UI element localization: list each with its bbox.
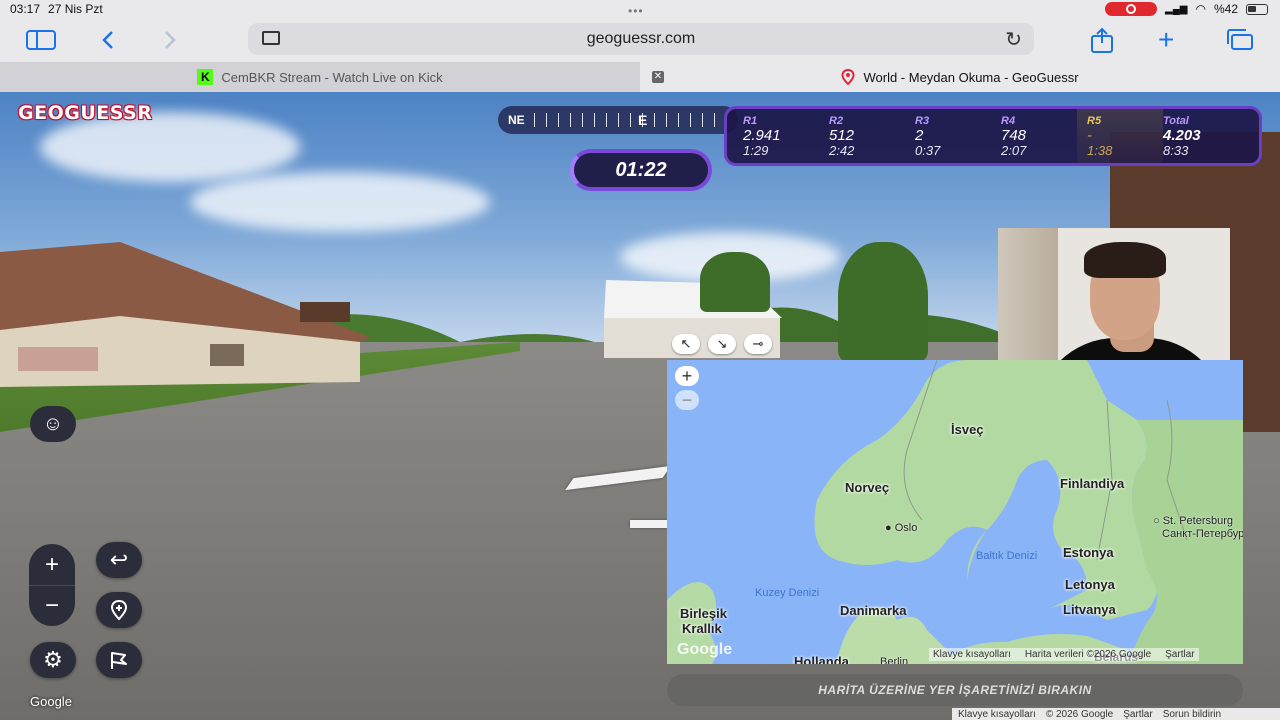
map-sea-label: Kuzey Denizi xyxy=(755,587,820,599)
scoreboard: R1 2.941 1:29 R2 512 2:42 R3 2 0:37 R4 7… xyxy=(724,106,1262,166)
zoom-out-button[interactable]: − xyxy=(29,585,75,626)
total-score: Total 4.203 8:33 xyxy=(1163,115,1201,158)
battery-percent: %42 xyxy=(1213,2,1238,16)
status-date: 27 Nis Pzt xyxy=(48,2,103,16)
round-score: R3 2 0:37 xyxy=(915,115,941,158)
map-label: Birleşik xyxy=(680,606,727,621)
place-marker-button[interactable]: HARİTA ÜZERİNE YER İŞARETİNİZİ BIRAKIN xyxy=(667,674,1243,706)
flag-icon xyxy=(111,652,127,669)
tab-bar: K CemBKR Stream - Watch Live on Kick ✕ W… xyxy=(0,62,1280,92)
round-score: R2 512 2:42 xyxy=(829,115,855,158)
game-view[interactable]: GEOGUESSR NE E 01:22 R1 2.941 1:29 R2 51… xyxy=(0,92,1280,720)
round-timer: 01:22 xyxy=(570,149,712,191)
map-label: Finlandiya xyxy=(1060,476,1125,491)
map-zoom-in-button[interactable]: + xyxy=(675,366,699,386)
sidebar-icon[interactable] xyxy=(26,26,56,54)
map-shortcuts-link[interactable]: Klavye kısayolları xyxy=(933,649,1011,660)
map-city-label: Berlin xyxy=(880,656,909,664)
address-bar[interactable]: geoguessr.com ↻ xyxy=(248,23,1034,55)
copyright-text: © 2026 Google xyxy=(1045,708,1114,720)
gear-icon: ⚙ xyxy=(43,647,63,672)
map-city-label: Санкт-Петербург xyxy=(1162,528,1243,540)
map-label: İsveç xyxy=(951,422,984,437)
map-zoom-control: + − xyxy=(675,366,701,410)
map-city-label: ○ St. Petersburg xyxy=(1153,515,1234,527)
report-problem-link[interactable]: Sorun bildirin xyxy=(1163,709,1221,720)
smiley-icon: ☺ xyxy=(42,412,64,435)
tab-kick-stream[interactable]: K CemBKR Stream - Watch Live on Kick xyxy=(0,62,640,92)
map-label: Litvanya xyxy=(1063,602,1116,617)
multitask-dots-icon[interactable]: ••• xyxy=(628,4,644,18)
map-city-label: ● Oslo xyxy=(885,522,918,534)
streetview-house xyxy=(0,242,370,387)
return-to-start-button[interactable] xyxy=(96,642,142,678)
map-size-controls: ↖ ↘ ⊸ xyxy=(672,334,772,354)
keyboard-shortcuts-link[interactable]: Klavye kısayolları xyxy=(958,709,1036,720)
map-label: Estonya xyxy=(1063,545,1114,560)
undo-move-button[interactable]: ↩ xyxy=(96,542,142,578)
map-shrink-icon[interactable]: ↘ xyxy=(708,334,736,354)
kick-icon: K xyxy=(197,69,214,85)
map-data-credit: Harita verileri ©2026 Google xyxy=(1024,649,1152,660)
emoji-reaction-button[interactable]: ☺ xyxy=(30,406,76,442)
round-score: R4 748 2:07 xyxy=(1001,115,1027,158)
status-time: 03:17 xyxy=(10,2,41,16)
status-bar: 03:17 27 Nis Pzt ••• ▂▄▆ ◠ %42 xyxy=(0,0,1280,18)
undo-arrow-icon: ↩ xyxy=(109,547,129,572)
map-sea-label: Baltık Denizi xyxy=(976,550,1038,562)
move-arrow[interactable] xyxy=(630,520,670,528)
tab-title: CemBKR Stream - Watch Live on Kick xyxy=(221,69,443,85)
guess-map[interactable]: + − İsveç Norveç Finlandiya Estonya Leto… xyxy=(667,360,1243,664)
tab-title: World - Meydan Okuma - GeoGuessr xyxy=(863,69,1079,85)
geoguessr-logo[interactable]: GEOGUESSR xyxy=(18,102,152,124)
map-google-logo: Google xyxy=(677,641,733,658)
browser-toolbar: geoguessr.com ↻ + xyxy=(0,18,1280,62)
compass-direction: NE xyxy=(508,113,525,127)
terms-link[interactable]: Şartlar xyxy=(1123,709,1152,720)
forward-icon[interactable] xyxy=(162,26,178,54)
wifi-icon: ◠ xyxy=(1195,2,1206,16)
geoguessr-pin-icon xyxy=(841,68,855,86)
map-label: Hollanda xyxy=(794,654,849,664)
map-pin-toggle-icon[interactable]: ⊸ xyxy=(744,334,772,354)
signal-icon: ▂▄▆ xyxy=(1165,3,1188,15)
map-zoom-out-button[interactable]: − xyxy=(675,390,699,410)
map-terms-link[interactable]: Şartlar xyxy=(1165,649,1194,660)
close-tab-icon[interactable]: ✕ xyxy=(652,71,664,83)
url-text: geoguessr.com xyxy=(586,30,696,47)
map-label: Norveç xyxy=(845,480,890,495)
set-checkpoint-button[interactable] xyxy=(96,592,142,628)
round-score: R1 2.941 1:29 xyxy=(743,115,781,158)
battery-icon xyxy=(1246,3,1268,15)
map-label: Krallık xyxy=(682,621,722,636)
map-enlarge-icon[interactable]: ↖ xyxy=(672,334,700,354)
screen-recording-icon[interactable] xyxy=(1105,2,1158,16)
share-icon[interactable] xyxy=(1090,26,1114,54)
map-label: Danimarka xyxy=(840,603,907,618)
streetview-zoom-control: + − xyxy=(29,544,75,626)
map-attribution: Klavye kısayolları Harita verileri ©2026… xyxy=(929,648,1199,661)
back-icon[interactable] xyxy=(100,26,116,54)
compass: NE E xyxy=(498,106,738,134)
streetview-footer: Klavye kısayolları © 2026 Google Şartlar… xyxy=(952,708,1280,720)
round-score-current: R5 - 1:38 xyxy=(1077,109,1163,163)
map-label: Letonya xyxy=(1065,577,1115,592)
settings-button[interactable]: ⚙ xyxy=(30,642,76,678)
checkpoint-pin-icon xyxy=(110,599,128,621)
streetview-google-logo: Google xyxy=(30,694,72,709)
zoom-in-button[interactable]: + xyxy=(29,544,75,585)
new-tab-icon[interactable]: + xyxy=(1158,24,1174,55)
page-menu-icon[interactable] xyxy=(262,31,280,45)
compass-heading: E xyxy=(638,112,648,128)
reload-icon[interactable]: ↻ xyxy=(1005,27,1022,52)
tab-overview-icon[interactable] xyxy=(1226,26,1254,54)
tab-geoguessr[interactable]: ✕ World - Meydan Okuma - GeoGuessr xyxy=(640,62,1280,92)
map-land xyxy=(667,360,1243,664)
